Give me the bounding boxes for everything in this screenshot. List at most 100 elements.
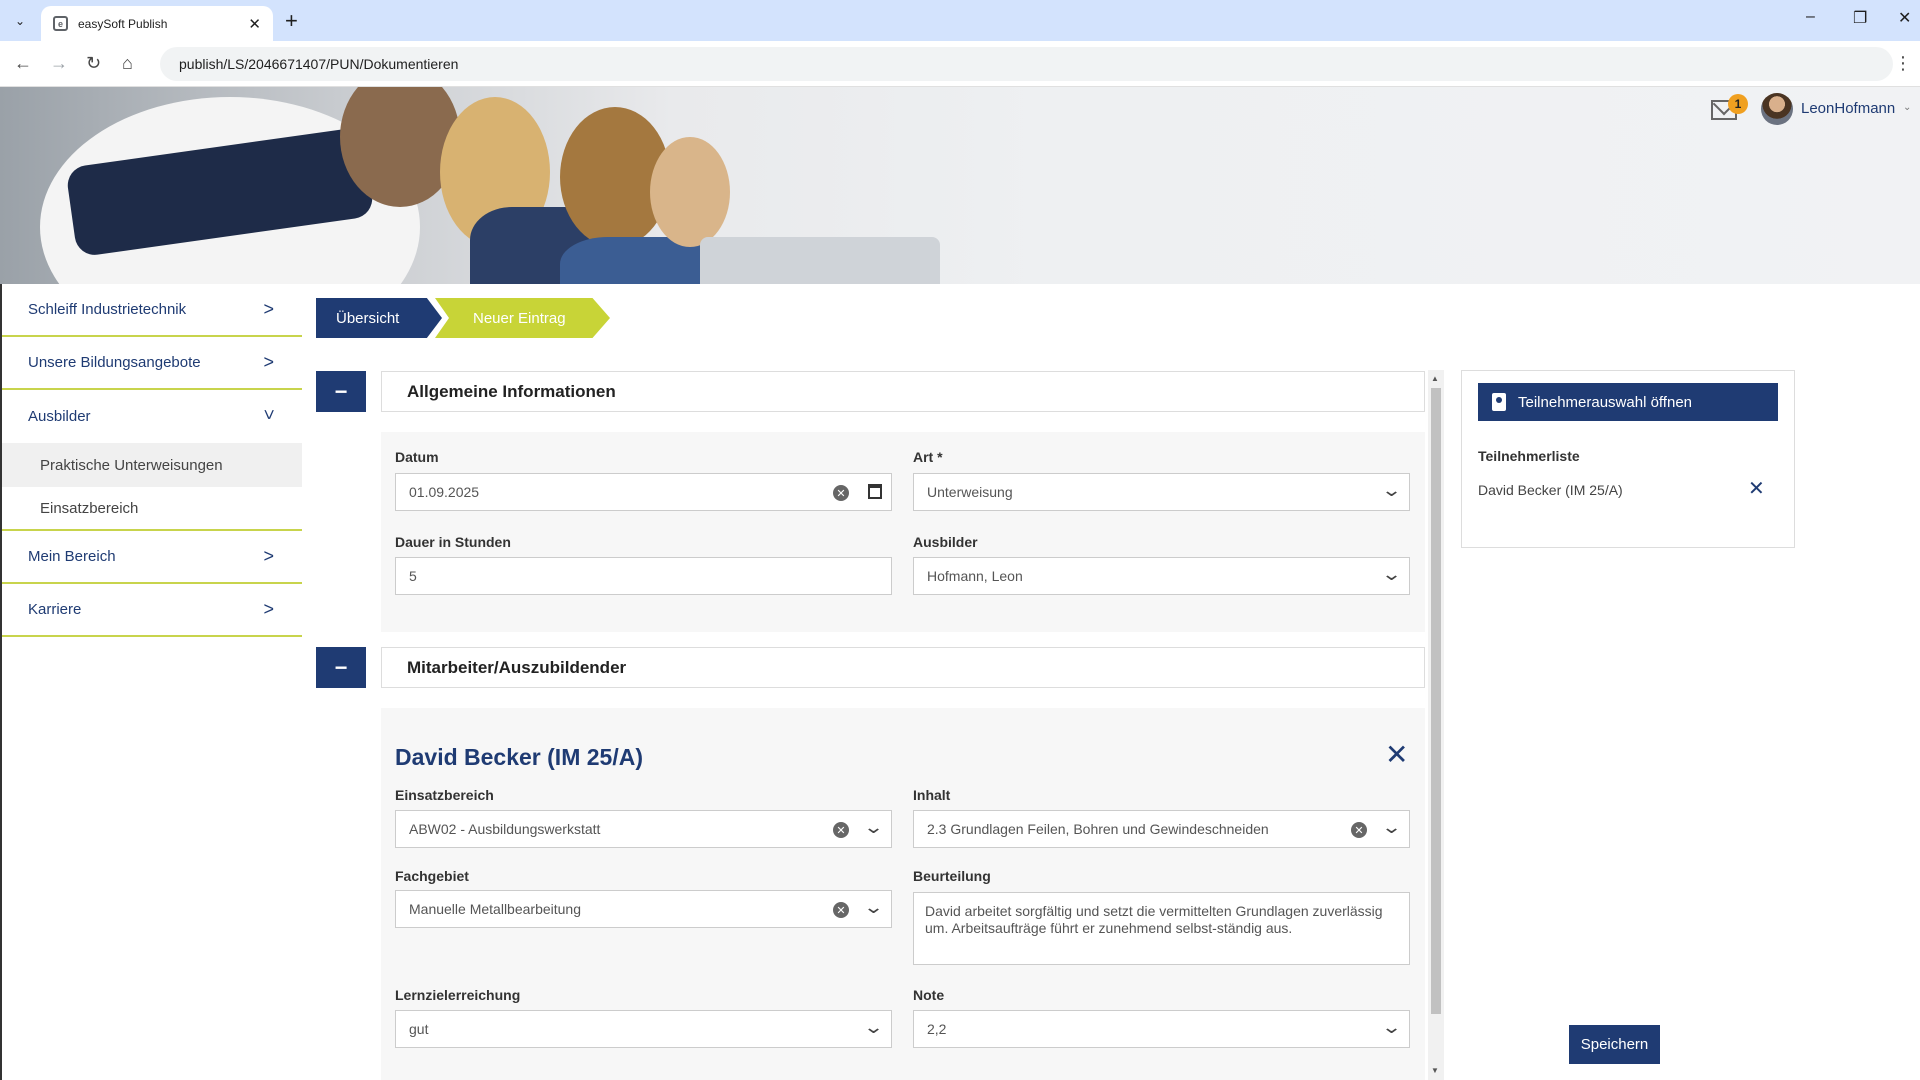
fachgebiet-value: Manuelle Metallbearbeitung <box>409 901 581 917</box>
home-icon[interactable]: ⌂ <box>122 53 133 74</box>
lernzielerreichung-value: gut <box>409 1021 429 1037</box>
save-button[interactable]: Speichern <box>1569 1025 1660 1064</box>
browser-tabbar: ⌄ e easySoft Publish ✕ + – ❐ ✕ <box>0 0 1920 41</box>
remove-person-icon[interactable]: ✕ <box>1385 738 1408 771</box>
calendar-icon[interactable] <box>868 484 882 499</box>
dauer-input[interactable]: 5 <box>395 557 892 595</box>
ausbilder-select[interactable]: Hofmann, Leon ⌄ <box>913 557 1410 595</box>
notification-badge: 1 <box>1728 94 1748 114</box>
clear-icon[interactable]: ✕ <box>1351 822 1367 838</box>
open-participant-selection-button[interactable]: Teilnehmerauswahl öffnen <box>1478 383 1778 421</box>
new-tab-button[interactable]: + <box>285 8 298 34</box>
art-select[interactable]: Unterweisung ⌄ <box>913 473 1410 511</box>
favicon-icon: e <box>53 16 68 31</box>
sidebar-item-label: Karriere <box>28 601 82 618</box>
fachgebiet-select[interactable]: Manuelle Metallbearbeitung ✕ ⌄ <box>395 890 892 928</box>
tab-title: easySoft Publish <box>78 16 168 31</box>
scroll-up-icon[interactable]: ▲ <box>1431 374 1439 383</box>
user-avatar[interactable] <box>1761 93 1793 125</box>
sidebar-subitem-label: Praktische Unterweisungen <box>40 456 223 474</box>
sidebar-item-mein-bereich[interactable]: Mein Bereich > <box>2 531 302 584</box>
chevron-down-icon: ⌄ <box>862 897 885 917</box>
sidebar: Schleiff Industrietechnik > Unsere Bildu… <box>0 284 302 1080</box>
sidebar-subitem-label: Einsatzbereich <box>40 499 139 517</box>
sidebar-item-bildungsangebote[interactable]: Unsere Bildungsangebote > <box>2 337 302 390</box>
beurteilung-textarea[interactable]: David arbeitet sorgfältig und setzt die … <box>913 892 1410 965</box>
participants-card: Teilnehmerauswahl öffnen Teilnehmerliste… <box>1461 370 1795 548</box>
chevron-down-icon: ⌄ <box>1380 817 1403 837</box>
browser-tab[interactable]: e easySoft Publish ✕ <box>41 6 273 41</box>
chevron-down-icon: > <box>259 409 280 420</box>
chevron-right-icon: > <box>263 299 274 319</box>
sidebar-item-label: Ausbilder <box>28 408 91 425</box>
contact-card-icon <box>1492 393 1506 411</box>
chevron-down-icon: ⌄ <box>1380 564 1403 584</box>
note-label: Note <box>913 987 945 1003</box>
chevron-down-icon[interactable]: ⌄ <box>1903 102 1911 113</box>
clear-icon[interactable]: ✕ <box>833 485 849 501</box>
inhalt-label: Inhalt <box>913 787 951 803</box>
step-neuer-eintrag[interactable]: Neuer Eintrag <box>435 298 610 338</box>
participant-list-item: David Becker (IM 25/A) <box>1478 482 1623 498</box>
sidebar-item-label: Unsere Bildungsangebote <box>28 354 201 371</box>
forward-arrow-icon[interactable]: → <box>50 53 68 74</box>
note-value: 2,2 <box>927 1021 947 1037</box>
lernzielerreichung-label: Lernzielerreichung <box>395 987 521 1003</box>
sidebar-subitem-einsatzbereich[interactable]: Einsatzbereich <box>2 487 302 531</box>
datum-field[interactable]: 01.09.2025 ✕ <box>395 473 892 511</box>
einsatzbereich-label: Einsatzbereich <box>395 787 494 803</box>
sidebar-subitem-praktische-unterweisungen[interactable]: Praktische Unterweisungen <box>2 443 302 487</box>
chevron-right-icon: > <box>263 599 274 619</box>
url-bar[interactable]: publish/LS/2046671407/PUN/Dokumentieren <box>160 47 1893 81</box>
sidebar-item-karriere[interactable]: Karriere > <box>2 584 302 637</box>
chevron-down-icon: ⌄ <box>1380 480 1403 500</box>
hero-banner <box>0 87 1920 284</box>
url-text: publish/LS/2046671407/PUN/Dokumentieren <box>179 56 459 72</box>
minimize-button[interactable]: – <box>1806 8 1815 26</box>
user-menu-name[interactable]: LeonHofmann <box>1801 100 1895 117</box>
dauer-value: 5 <box>409 568 417 584</box>
ausbilder-value: Hofmann, Leon <box>927 568 1023 584</box>
note-select[interactable]: 2,2 ⌄ <box>913 1010 1410 1048</box>
fachgebiet-label: Fachgebiet <box>395 868 469 884</box>
sidebar-item-label: Mein Bereich <box>28 548 116 565</box>
sidebar-item-ausbilder[interactable]: Ausbilder > <box>2 390 302 443</box>
inhalt-value: 2.3 Grundlagen Feilen, Bohren und Gewind… <box>927 821 1269 837</box>
reload-icon[interactable]: ↻ <box>86 53 101 74</box>
clear-icon[interactable]: ✕ <box>833 822 849 838</box>
chevron-right-icon: > <box>263 546 274 566</box>
dauer-label: Dauer in Stunden <box>395 534 511 550</box>
browser-toolbar: ← → ↻ ⌂ publish/LS/2046671407/PUN/Dokume… <box>0 41 1920 87</box>
tab-search-chevron-icon[interactable]: ⌄ <box>8 10 32 32</box>
art-value: Unterweisung <box>927 484 1013 500</box>
einsatzbereich-value: ABW02 - Ausbildungswerkstatt <box>409 821 601 837</box>
scrollbar-thumb[interactable] <box>1431 388 1441 1014</box>
browser-menu-icon[interactable]: ⋮ <box>1894 53 1912 74</box>
chevron-right-icon: > <box>263 352 274 372</box>
clear-icon[interactable]: ✕ <box>833 902 849 918</box>
chevron-down-icon: ⌄ <box>862 1017 885 1037</box>
datum-value: 01.09.2025 <box>409 484 480 500</box>
datum-label: Datum <box>395 449 439 465</box>
collapse-employee-button[interactable]: − <box>316 647 366 688</box>
beurteilung-label: Beurteilung <box>913 868 991 884</box>
open-participant-selection-label: Teilnehmerauswahl öffnen <box>1518 393 1693 411</box>
remove-participant-icon[interactable]: ✕ <box>1748 476 1765 501</box>
einsatzbereich-select[interactable]: ABW02 - Ausbildungswerkstatt ✕ ⌄ <box>395 810 892 848</box>
restore-button[interactable]: ❐ <box>1853 8 1867 28</box>
step-uebersicht[interactable]: Übersicht <box>316 298 442 338</box>
section-employee-title: Mitarbeiter/Auszubildender <box>381 647 1425 688</box>
close-window-button[interactable]: ✕ <box>1898 8 1911 28</box>
person-name-heading: David Becker (IM 25/A) <box>395 744 643 770</box>
chevron-down-icon: ⌄ <box>862 817 885 837</box>
ausbilder-label: Ausbilder <box>913 534 978 550</box>
collapse-general-button[interactable]: − <box>316 371 366 412</box>
sidebar-item-label: Schleiff Industrietechnik <box>28 301 187 318</box>
inhalt-select[interactable]: 2.3 Grundlagen Feilen, Bohren und Gewind… <box>913 810 1410 848</box>
tab-close-icon[interactable]: ✕ <box>248 15 261 33</box>
lernzielerreichung-select[interactable]: gut ⌄ <box>395 1010 892 1048</box>
sidebar-item-schleiff[interactable]: Schleiff Industrietechnik > <box>2 284 302 337</box>
scroll-down-icon[interactable]: ▼ <box>1431 1066 1439 1075</box>
section-general-title: Allgemeine Informationen <box>381 371 1425 412</box>
back-arrow-icon[interactable]: ← <box>14 53 32 74</box>
